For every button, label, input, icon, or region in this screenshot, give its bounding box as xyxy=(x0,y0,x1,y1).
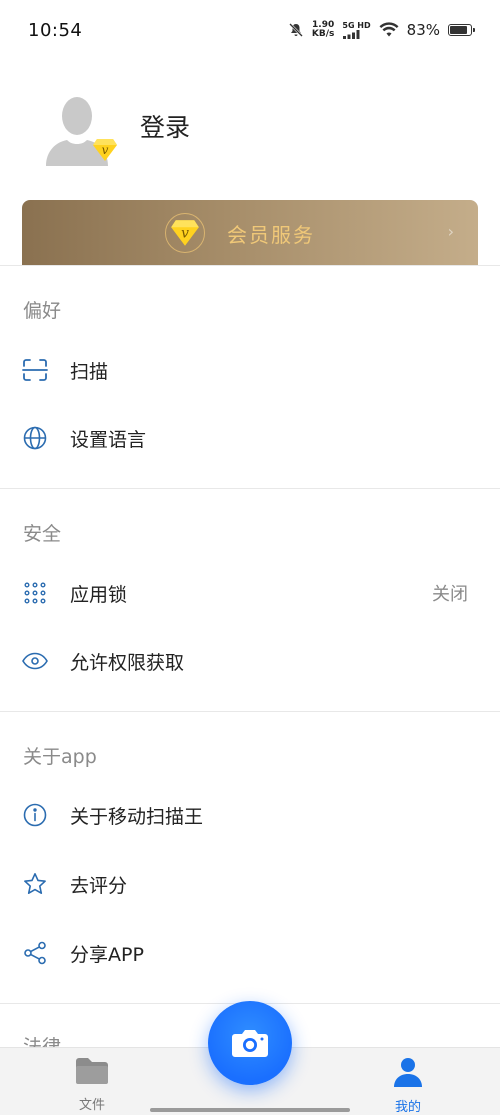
tab-files-label: 文件 xyxy=(78,1098,105,1113)
menu-item-language[interactable]: 设置语言 xyxy=(0,406,500,470)
share-icon xyxy=(22,940,48,966)
status-bar: 10:54 1.90 KB/s 5G HD 83% xyxy=(0,0,500,60)
section-title-about: 关于app xyxy=(23,746,97,768)
profile-header[interactable]: v 登录 xyxy=(46,92,190,166)
battery-percent: 83% xyxy=(406,21,440,39)
status-icons: 1.90 KB/s 5G HD 83% xyxy=(288,20,475,39)
vip-badge-icon: v xyxy=(93,139,117,161)
login-link[interactable]: 登录 xyxy=(140,108,190,144)
menu-label: 应用锁 xyxy=(70,583,128,606)
section-title-legal: 法律 xyxy=(23,1036,62,1047)
globe-icon xyxy=(22,425,48,451)
app-lock-status: 关闭 xyxy=(432,584,468,605)
home-indicator[interactable] xyxy=(150,1108,350,1112)
section-title-preferences: 偏好 xyxy=(23,300,62,322)
info-icon xyxy=(22,802,48,828)
menu-item-permissions[interactable]: 允许权限获取 xyxy=(0,629,500,693)
member-service-banner[interactable]: v 会员服务 › xyxy=(22,200,478,266)
menu-label: 分享APP xyxy=(70,943,144,966)
battery-fill xyxy=(450,26,467,34)
divider xyxy=(0,265,500,266)
star-icon xyxy=(22,871,48,897)
signal-indicator: 5G HD xyxy=(342,20,371,39)
status-time: 10:54 xyxy=(28,19,83,41)
menu-label: 扫描 xyxy=(70,360,109,383)
signal-icon xyxy=(343,29,360,39)
section-title-security: 安全 xyxy=(23,523,62,545)
battery-icon xyxy=(448,24,475,36)
tab-mine[interactable]: 我的 xyxy=(386,1056,430,1115)
menu-label: 关于移动扫描王 xyxy=(70,805,204,828)
folder-icon xyxy=(76,1058,108,1084)
camera-icon xyxy=(232,1030,268,1057)
menu-item-about[interactable]: 关于移动扫描王 xyxy=(0,783,500,847)
tab-mine-label: 我的 xyxy=(394,1100,421,1115)
member-icon-wrap: v xyxy=(165,213,205,253)
tab-files[interactable]: 文件 xyxy=(70,1056,114,1113)
scan-icon xyxy=(22,357,48,383)
menu-label: 去评分 xyxy=(70,874,128,897)
vip-diamond-icon: v xyxy=(171,220,199,246)
network-type: 5G HD xyxy=(342,20,371,30)
menu-item-scan[interactable]: 扫描 xyxy=(0,338,500,402)
svg-text:v: v xyxy=(102,143,109,157)
menu-item-share[interactable]: 分享APP xyxy=(0,921,500,985)
mute-bell-icon xyxy=(289,23,303,37)
camera-button[interactable] xyxy=(208,1001,292,1085)
eye-icon xyxy=(22,648,48,674)
wifi-icon xyxy=(379,22,399,37)
chevron-right-icon: › xyxy=(447,222,454,241)
menu-item-rate[interactable]: 去评分 xyxy=(0,852,500,916)
svg-text:v: v xyxy=(181,226,189,242)
menu-label: 设置语言 xyxy=(70,428,147,451)
network-speed: 1.90 KB/s xyxy=(311,20,335,39)
divider xyxy=(0,488,500,489)
avatar[interactable]: v xyxy=(46,92,117,166)
keypad-icon xyxy=(22,580,48,606)
menu-label: 允许权限获取 xyxy=(70,651,185,674)
user-icon xyxy=(394,1058,422,1087)
divider xyxy=(0,711,500,712)
menu-item-app-lock[interactable]: 应用锁 关闭 xyxy=(0,561,500,625)
member-service-label: 会员服务 xyxy=(227,222,315,247)
